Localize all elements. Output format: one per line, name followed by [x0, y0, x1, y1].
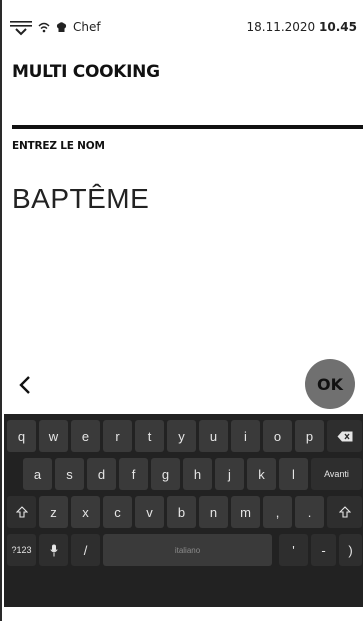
key-p[interactable]: p: [295, 420, 324, 452]
key-t[interactable]: t: [135, 420, 164, 452]
menu-icon[interactable]: [10, 20, 32, 36]
key-m[interactable]: m: [231, 496, 260, 528]
key-r[interactable]: r: [103, 420, 132, 452]
key-w[interactable]: w: [39, 420, 68, 452]
key-l[interactable]: l: [279, 458, 308, 490]
key-s[interactable]: s: [55, 458, 84, 490]
keyboard-row-3: z x c v b n m , .: [4, 493, 363, 531]
key-f[interactable]: f: [119, 458, 148, 490]
key-a[interactable]: a: [23, 458, 52, 490]
key-slash[interactable]: /: [71, 534, 100, 566]
shift-icon: [338, 506, 351, 518]
chef-hat-icon: [56, 21, 67, 33]
key-paren[interactable]: ): [339, 534, 362, 566]
symbols-key[interactable]: ?123: [7, 534, 36, 566]
screen-frame: Chef 18.11.2020 10.45 MULTI COOKING ENTR…: [0, 0, 363, 621]
key-c[interactable]: c: [103, 496, 132, 528]
page-title: MULTI COOKING: [12, 62, 160, 82]
key-x[interactable]: x: [71, 496, 100, 528]
key-apostrophe[interactable]: ': [279, 534, 308, 566]
key-y[interactable]: y: [167, 420, 196, 452]
key-comma[interactable]: ,: [263, 496, 292, 528]
header-divider: [12, 125, 363, 129]
key-k[interactable]: k: [247, 458, 276, 490]
shift-key-right[interactable]: [327, 496, 362, 528]
key-e[interactable]: e: [71, 420, 100, 452]
status-bar: Chef 18.11.2020 10.45: [10, 18, 357, 36]
key-z[interactable]: z: [39, 496, 68, 528]
key-o[interactable]: o: [263, 420, 292, 452]
key-n[interactable]: n: [199, 496, 228, 528]
datetime: 18.11.2020 10.45: [246, 20, 357, 34]
key-j[interactable]: j: [215, 458, 244, 490]
keyboard-row-1: q w e r t y u i o p: [4, 417, 363, 455]
key-q[interactable]: q: [7, 420, 36, 452]
back-button[interactable]: [12, 372, 38, 398]
spacebar[interactable]: italiano: [103, 534, 272, 566]
ok-button[interactable]: OK: [305, 359, 355, 409]
microphone-key[interactable]: [39, 534, 68, 566]
key-v[interactable]: v: [135, 496, 164, 528]
wifi-icon: [38, 22, 50, 33]
backspace-key[interactable]: [327, 420, 362, 452]
app-label: Chef: [73, 20, 101, 34]
key-g[interactable]: g: [151, 458, 180, 490]
key-i[interactable]: i: [231, 420, 260, 452]
key-period[interactable]: .: [295, 496, 324, 528]
on-screen-keyboard: q w e r t y u i o p a s d f g h j k l Av…: [4, 414, 363, 607]
key-d[interactable]: d: [87, 458, 116, 490]
time-text: 10.45: [319, 20, 357, 34]
shift-icon: [15, 506, 28, 518]
backspace-icon: [337, 431, 352, 441]
keyboard-row-2: a s d f g h j k l Avanti: [4, 455, 363, 493]
key-b[interactable]: b: [167, 496, 196, 528]
key-h[interactable]: h: [183, 458, 212, 490]
microphone-icon: [49, 544, 58, 556]
key-dash[interactable]: -: [311, 534, 336, 566]
shift-key-left[interactable]: [7, 496, 36, 528]
name-input[interactable]: [12, 176, 342, 222]
key-u[interactable]: u: [199, 420, 228, 452]
date-text: 18.11.2020: [246, 20, 316, 34]
enter-key[interactable]: Avanti: [311, 458, 362, 490]
name-field-label: ENTREZ LE NOM: [12, 140, 105, 152]
chevron-left-icon: [19, 376, 30, 394]
keyboard-row-4: ?123 / italiano ' - ): [4, 531, 363, 569]
